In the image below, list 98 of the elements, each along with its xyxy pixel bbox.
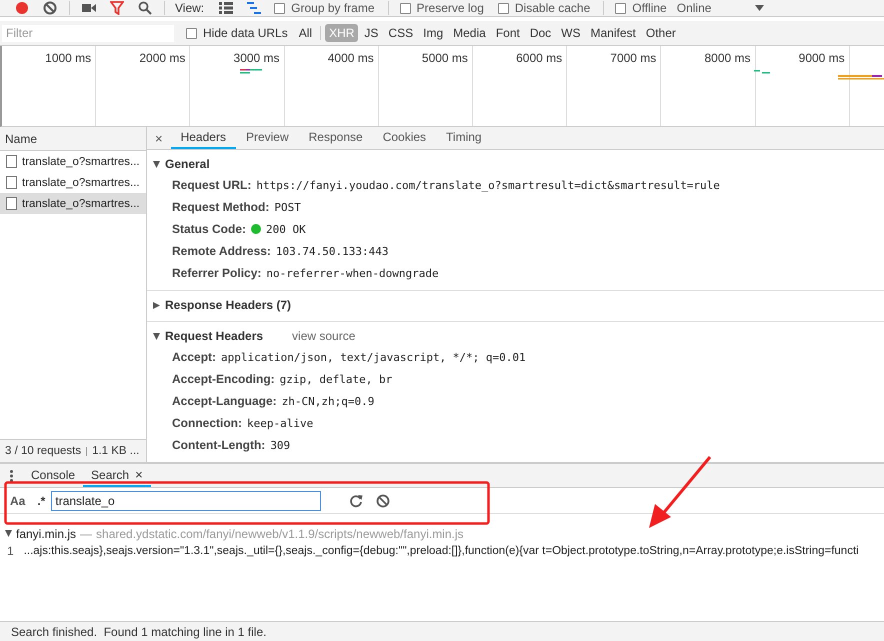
record-button[interactable] — [15, 1, 29, 15]
tab[interactable]: Headers — [170, 127, 236, 149]
search-field[interactable]: translate_o — [51, 490, 322, 510]
match-line[interactable]: ...ajs:this.seajs},seajs.version="1.3.1",seajs._util={},seajs._config={debug:"",preload:[]},function(e){var t=Object.prototype.toString,n=Array.prototype;e.isString=functi — [24, 544, 859, 556]
match-case-toggle[interactable]: Aa — [10, 494, 26, 508]
file-icon — [6, 197, 17, 210]
checkbox[interactable] — [615, 2, 626, 14]
list-view-icon[interactable] — [219, 2, 234, 14]
checkbox-label: Group by frame — [291, 1, 375, 15]
view-source-link[interactable]: view source — [292, 329, 356, 343]
file-icon — [6, 155, 17, 168]
checkbox-label: Hide data URLs — [203, 26, 288, 40]
tab[interactable]: Cookies — [372, 127, 436, 149]
type-filter[interactable]: All — [294, 24, 316, 42]
header-name: Request Method: — [172, 200, 270, 214]
checkbox[interactable] — [498, 2, 509, 14]
type-filter[interactable]: Media — [449, 24, 490, 42]
type-filter[interactable]: CSS — [384, 24, 418, 42]
type-filter[interactable]: WS — [557, 24, 585, 42]
tab[interactable]: Timing — [436, 127, 492, 149]
refresh-icon[interactable] — [349, 494, 364, 508]
header-value: 103.74.50.133:443 — [276, 244, 389, 258]
header-value: application/json, text/javascript, */*; q=0.01 — [221, 350, 526, 364]
header-value: keep-alive — [247, 416, 314, 430]
line-number: 1 — [7, 544, 14, 558]
header-name: Status Code: — [172, 222, 246, 236]
header-value: 200 OK — [266, 222, 306, 236]
time-tick-label: 6000 ms — [516, 51, 562, 65]
regex-toggle[interactable]: .* — [37, 494, 46, 508]
header-value: 309 — [270, 438, 290, 452]
type-filter[interactable]: Img — [419, 24, 448, 42]
clear-icon[interactable] — [376, 494, 390, 508]
close-button[interactable]: × — [135, 467, 143, 482]
time-tick-label: 3000 ms — [234, 51, 280, 65]
checkbox[interactable] — [186, 28, 197, 38]
header-name: Accept-Language: — [172, 394, 277, 408]
expanded-triangle-icon[interactable] — [5, 530, 12, 537]
request-row[interactable]: translate_o?smartres... — [0, 172, 146, 193]
clear-icon[interactable] — [43, 1, 57, 15]
time-tick-label: 8000 ms — [704, 51, 750, 65]
transfer-size: 1.1 KB ... — [92, 445, 140, 457]
tab[interactable]: Console — [23, 464, 84, 487]
column-header[interactable]: Name — [5, 132, 38, 146]
section-title[interactable]: General — [165, 157, 210, 171]
time-tick-label: 1000 ms — [45, 51, 92, 65]
tab[interactable]: Preview — [236, 127, 299, 149]
checkbox-label: Offline — [632, 1, 667, 15]
checkbox-label: Preserve log — [416, 1, 484, 15]
header-name: Accept-Encoding: — [172, 372, 275, 386]
header-name: Connection: — [172, 416, 242, 430]
request-row[interactable]: translate_o?smartres... — [0, 193, 146, 214]
header-value: POST — [274, 200, 301, 214]
camera-icon[interactable] — [82, 2, 96, 14]
type-filter[interactable]: Doc — [526, 24, 556, 42]
request-row[interactable]: translate_o?smartres... — [0, 151, 146, 172]
header-value: no-referrer-when-downgrade — [266, 266, 439, 280]
checkbox-label: Disable cache — [514, 1, 590, 15]
checkbox[interactable] — [400, 2, 411, 14]
expanded-triangle-icon[interactable] — [153, 160, 160, 168]
file-name[interactable]: fanyi.min.js — [16, 526, 76, 540]
filter-icon[interactable] — [110, 1, 124, 15]
time-tick-label: 7000 ms — [610, 51, 656, 65]
type-filter[interactable]: Other — [642, 24, 680, 42]
time-tick-label: 2000 ms — [139, 51, 186, 65]
collapsed-triangle-icon[interactable] — [153, 302, 160, 308]
status-message: Search finished. Found 1 matching line in 1 file. — [11, 624, 266, 638]
header-value: https://fanyi.youdao.com/translate_o?smartresult=dict&smartresult=rule — [256, 178, 720, 192]
file-icon — [6, 176, 17, 189]
time-tick-label: 4000 ms — [328, 51, 374, 65]
header-value: gzip, deflate, br — [280, 372, 392, 386]
type-filter[interactable]: Font — [492, 24, 524, 42]
header-name: Remote Address: — [172, 244, 271, 258]
dropdown-caret-icon[interactable] — [755, 5, 764, 11]
time-tick-label: 5000 ms — [422, 51, 468, 65]
filter-field[interactable]: Filter — [2, 24, 174, 42]
file-path: shared.ydstatic.com/fanyi/newweb/v1.1.9/scripts/newweb/fanyi.min.js — [96, 526, 464, 540]
tab[interactable]: Response — [298, 127, 373, 149]
request-count: 3 / 10 requests — [5, 445, 82, 457]
header-name: Accept: — [172, 350, 216, 364]
section-title[interactable]: Response Headers (7) — [165, 298, 292, 312]
search-icon[interactable] — [138, 1, 152, 15]
header-value: zh-CN,zh;q=0.9 — [282, 394, 374, 408]
separator: — — [80, 526, 92, 540]
header-name: Content-Length: — [172, 438, 266, 452]
type-filter[interactable]: JS — [360, 24, 382, 42]
header-name: Request URL: — [172, 178, 252, 192]
view-label: View: — [175, 1, 204, 15]
more-menu-icon[interactable] — [10, 470, 13, 482]
expanded-triangle-icon[interactable] — [153, 332, 160, 340]
checkbox[interactable] — [274, 2, 286, 14]
type-filter[interactable]: Manifest — [586, 24, 640, 42]
waterfall-icon[interactable] — [247, 2, 262, 14]
close-button[interactable]: × — [147, 127, 171, 149]
header-name: Referrer Policy: — [172, 266, 262, 280]
time-tick-label: 9000 ms — [798, 51, 845, 65]
section-title[interactable]: Request Headers — [165, 329, 264, 343]
tab[interactable]: Search × — [83, 464, 151, 487]
throttling-select[interactable]: Online — [676, 1, 712, 15]
